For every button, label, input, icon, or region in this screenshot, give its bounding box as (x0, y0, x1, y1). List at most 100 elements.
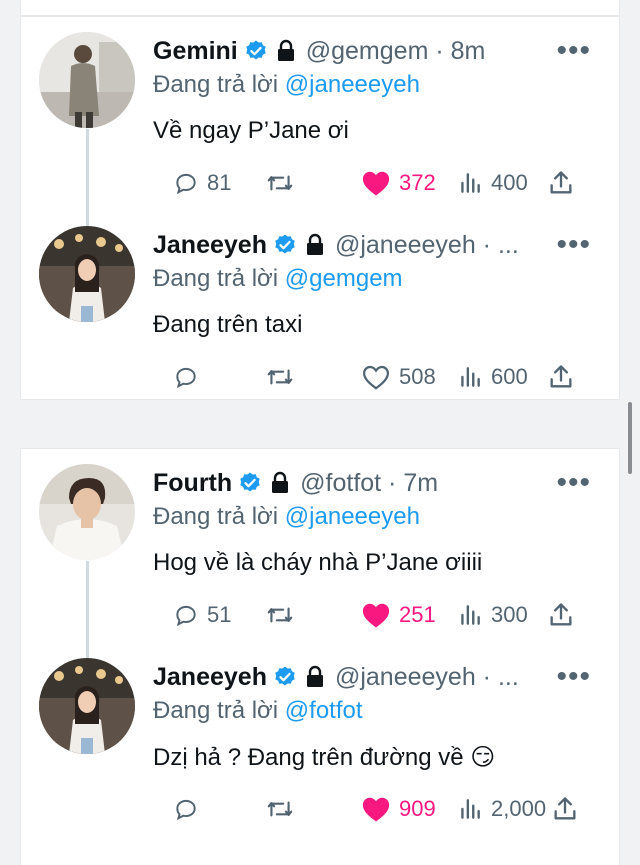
views-chart-icon (461, 173, 480, 193)
avatar[interactable] (39, 464, 135, 560)
reply-mention-link[interactable]: @janeeeyeh (285, 503, 420, 530)
reply-mention-link[interactable]: @fotfot (285, 697, 363, 724)
reply-count: 81 (207, 170, 232, 195)
lock-icon (268, 471, 292, 495)
heart-filled-icon (362, 603, 390, 628)
reply-button[interactable]: 81 (173, 165, 231, 201)
reply-icon (176, 799, 196, 821)
tweet-actions: 909 2,000 (153, 791, 583, 827)
reply-prefix: Đang trả lời (153, 697, 279, 724)
share-icon (550, 603, 572, 626)
reply-prefix: Đang trả lời (153, 503, 279, 530)
verified-badge-icon (238, 471, 262, 495)
retweet-button[interactable] (265, 359, 303, 395)
avatar[interactable] (39, 32, 135, 128)
share-button[interactable] (547, 597, 575, 633)
tweet-header: Fourth @fotfot · 7m (153, 465, 438, 501)
like-button[interactable]: 909 (361, 791, 436, 827)
like-count: 251 (399, 602, 436, 627)
views-chart-icon (461, 367, 480, 387)
retweet-icon (267, 175, 293, 191)
share-icon (550, 365, 572, 388)
views-button[interactable]: 600 (457, 359, 528, 395)
reply-count: 51 (207, 602, 232, 627)
like-button[interactable]: 251 (361, 597, 436, 633)
like-count: 909 (399, 796, 436, 821)
reply-icon (176, 605, 196, 627)
retweet-button[interactable] (265, 791, 303, 827)
lock-icon (303, 665, 327, 689)
lock-icon (303, 233, 327, 257)
tweet[interactable]: Janeeyeh @janeeeyeh · ... ••• Đang trả l… (21, 211, 619, 406)
scrollbar[interactable] (628, 402, 632, 474)
author-name[interactable]: Fourth (153, 469, 232, 498)
like-button[interactable]: 508 (361, 359, 436, 395)
tweet-header: Janeeyeh @janeeeyeh · ... (153, 659, 519, 695)
share-icon (550, 171, 572, 194)
verified-badge-icon (244, 39, 268, 63)
handle-and-time: @gemgem · 8m (305, 36, 486, 65)
retweet-icon (267, 607, 293, 623)
views-count: 2,000 (491, 796, 547, 821)
more-options-icon[interactable]: ••• (556, 230, 591, 260)
retweet-icon (267, 801, 293, 817)
like-button[interactable]: 372 (361, 165, 436, 201)
reply-prefix: Đang trả lời (153, 265, 279, 292)
share-icon (554, 797, 576, 820)
reply-icon (176, 173, 196, 195)
reply-mention-link[interactable]: @gemgem (285, 265, 403, 292)
author-name[interactable]: Janeeyeh (153, 663, 267, 692)
tweet-text: Đang trên taxi (153, 311, 303, 338)
like-count: 508 (399, 364, 436, 389)
reply-button[interactable] (173, 359, 207, 395)
retweet-icon (267, 369, 293, 385)
tweet[interactable]: Janeeyeh @janeeeyeh · ... ••• Đang trả l… (21, 643, 619, 838)
retweet-button[interactable] (265, 165, 303, 201)
replying-to: Đang trả lời @janeeeyeh (153, 71, 420, 99)
reply-mention-link[interactable]: @janeeeyeh (285, 71, 420, 98)
lock-icon (274, 39, 298, 63)
author-name[interactable]: Gemini (153, 37, 238, 66)
more-options-icon[interactable]: ••• (556, 36, 591, 66)
views-chart-icon (461, 799, 480, 819)
tweet-actions: 51 251 300 (153, 597, 583, 633)
views-chart-icon (461, 605, 480, 625)
views-button[interactable]: 400 (457, 165, 528, 201)
share-button[interactable] (547, 165, 575, 201)
tweet-actions: 508 600 (153, 359, 583, 395)
tweet-text: Dzị hả ? Đang trên đường về 😏 (153, 744, 496, 771)
replying-to: Đang trả lời @gemgem (153, 265, 403, 293)
reply-button[interactable]: 51 (173, 597, 231, 633)
share-button[interactable] (547, 359, 575, 395)
tweet-header: Gemini @gemgem · 8m (153, 33, 485, 69)
verified-badge-icon (273, 233, 297, 257)
reply-button[interactable] (173, 791, 207, 827)
replying-to: Đang trả lời @fotfot (153, 697, 363, 725)
tweet-text: Về ngay P’Jane ơi (153, 117, 349, 144)
retweet-button[interactable] (265, 597, 303, 633)
tweet-text: Hog về là cháy nhà P’Jane ơiiii (153, 549, 483, 576)
views-button[interactable]: 2,000 (457, 791, 546, 827)
thread-card: Fourth @fotfot · 7m ••• Đang trả lời @ja… (20, 448, 620, 865)
heart-outline-icon (362, 365, 390, 390)
views-button[interactable]: 300 (457, 597, 528, 633)
reply-prefix: Đang trả lời (153, 71, 279, 98)
views-count: 300 (491, 602, 528, 627)
handle-and-time: @janeeeyeh · ... (334, 662, 519, 691)
like-count: 372 (399, 170, 436, 195)
more-options-icon[interactable]: ••• (556, 662, 591, 692)
author-name[interactable]: Janeeyeh (153, 231, 267, 260)
more-options-icon[interactable]: ••• (556, 468, 591, 498)
views-count: 400 (491, 170, 528, 195)
tweet[interactable]: Fourth @fotfot · 7m ••• Đang trả lời @ja… (21, 449, 619, 644)
heart-filled-icon (362, 797, 390, 822)
handle-and-time: @fotfot · 7m (300, 468, 439, 497)
share-button[interactable] (551, 791, 579, 827)
avatar[interactable] (39, 658, 135, 754)
thread-card: Gemini @gemgem · 8m ••• Đang trả lời @ja… (20, 16, 620, 400)
tweet-actions: 81 372 400 (153, 165, 583, 201)
tweet[interactable]: Gemini @gemgem · 8m ••• Đang trả lời @ja… (21, 17, 619, 212)
verified-badge-icon (273, 665, 297, 689)
views-count: 600 (491, 364, 528, 389)
avatar[interactable] (39, 226, 135, 322)
